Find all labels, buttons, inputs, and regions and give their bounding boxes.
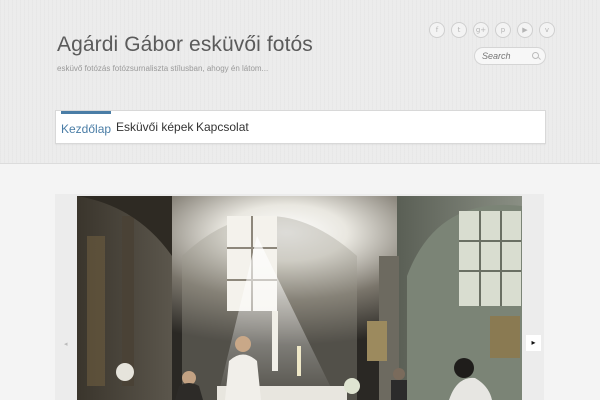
slider-prev-arrow-icon[interactable]: ◂: [64, 340, 68, 348]
nav-item-kezdolap[interactable]: Kezdőlap: [61, 111, 112, 144]
google-plus-icon[interactable]: g+: [473, 22, 489, 38]
site-title[interactable]: Agárdi Gábor esküvői fotós: [57, 33, 313, 57]
slider-image[interactable]: [77, 196, 522, 400]
slider-next-arrow-icon[interactable]: ▸: [526, 335, 541, 351]
slider-container: ◂: [55, 194, 544, 400]
main-navigation: Kezdőlap Esküvői képek Kapcsolat: [55, 110, 546, 144]
twitter-icon[interactable]: t: [451, 22, 467, 38]
facebook-icon[interactable]: f: [429, 22, 445, 38]
pinterest-icon[interactable]: p: [495, 22, 511, 38]
nav-item-kapcsolat[interactable]: Kapcsolat: [196, 111, 249, 141]
youtube-icon[interactable]: ▶: [517, 22, 533, 38]
vimeo-icon[interactable]: v: [539, 22, 555, 38]
church-wedding-photo: [77, 196, 522, 400]
site-tagline: esküvő fotózás fotózsurnaliszta stílusba…: [57, 64, 269, 73]
nav-item-eskuvoi-kepek[interactable]: Esküvői képek: [116, 111, 193, 141]
search-input[interactable]: [482, 48, 532, 64]
search-icon[interactable]: [532, 52, 539, 59]
social-icons: f t g+ p ▶ v: [429, 22, 555, 38]
search-box: [474, 47, 546, 65]
site-header: Agárdi Gábor esküvői fotós esküvő fotózá…: [0, 0, 600, 164]
